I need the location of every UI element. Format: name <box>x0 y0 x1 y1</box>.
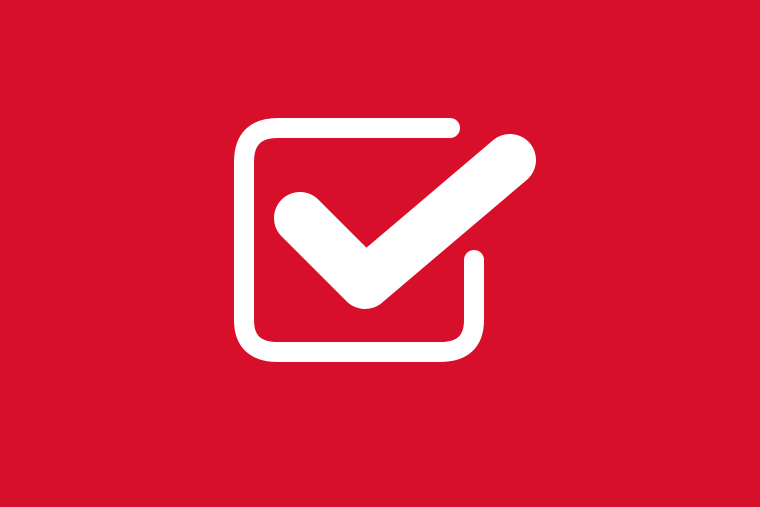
checkbox-checked-icon <box>0 0 760 507</box>
background-panel <box>0 0 760 507</box>
